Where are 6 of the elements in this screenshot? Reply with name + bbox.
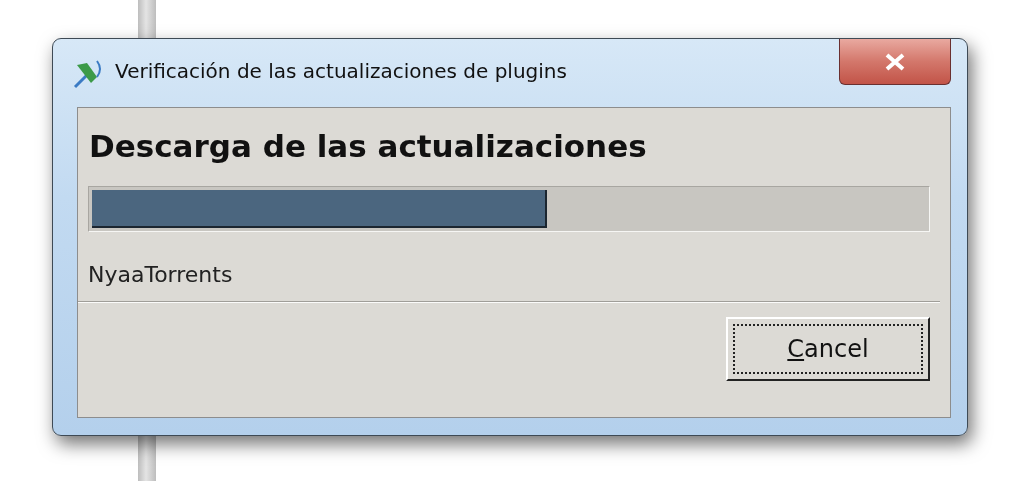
- close-icon: [884, 52, 906, 71]
- heading: Descarga de las actualizaciones: [89, 128, 648, 164]
- plugin-name: NyaaTorrents: [88, 262, 233, 287]
- window-title: Verificación de las actualizaciones de plugins: [115, 59, 568, 83]
- close-button[interactable]: [839, 39, 951, 85]
- cancel-button[interactable]: Cancel: [726, 317, 930, 381]
